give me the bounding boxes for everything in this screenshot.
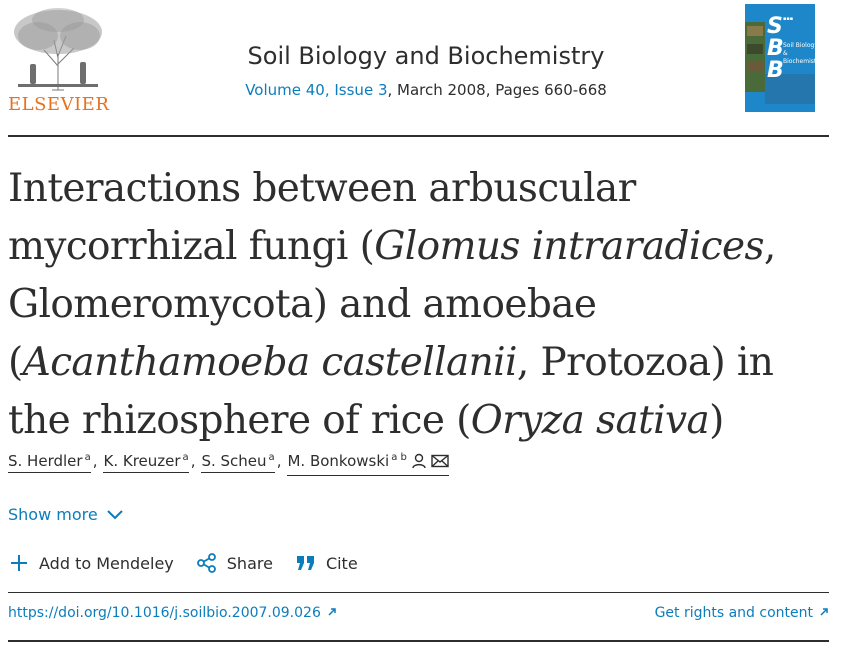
add-to-mendeley-button[interactable]: Add to Mendeley bbox=[8, 552, 174, 574]
volume-issue-link[interactable]: Volume 40, Issue 3 bbox=[245, 81, 387, 99]
rights-text: Get rights and content bbox=[654, 605, 813, 621]
author-name: S. Scheu bbox=[201, 452, 267, 470]
journal-info: Soil Biology and Biochemistry Volume 40,… bbox=[200, 40, 652, 100]
header-divider bbox=[8, 135, 829, 137]
cover-acronym: S B B bbox=[767, 16, 784, 82]
title-species: Acanthamoeba castellanii bbox=[22, 340, 518, 385]
author-affiliation: a bbox=[182, 452, 189, 463]
share-icon bbox=[196, 553, 216, 573]
envelope-icon bbox=[431, 453, 449, 473]
rights-link[interactable]: Get rights and content bbox=[655, 605, 829, 621]
doi-row: https://doi.org/10.1016/j.soilbio.2007.0… bbox=[8, 605, 829, 627]
person-icon bbox=[411, 453, 427, 473]
cover-title-line: Soil Biology & bbox=[783, 42, 815, 57]
title-species: Oryza sativa bbox=[470, 398, 710, 443]
title-text: ) bbox=[709, 398, 724, 443]
author-affiliation: a bbox=[84, 452, 91, 463]
article-title: Interactions between arbuscular mycorrhi… bbox=[8, 160, 818, 450]
author-name: M. Bonkowski bbox=[287, 452, 390, 470]
cover-letter: B bbox=[767, 58, 784, 83]
author-link[interactable]: S. Herdler a bbox=[8, 452, 91, 473]
doi-text: https://doi.org/10.1016/j.soilbio.2007.0… bbox=[8, 605, 321, 621]
author-affiliation: a b bbox=[391, 452, 407, 463]
external-link-icon bbox=[327, 605, 337, 621]
author-affiliation: a bbox=[268, 452, 275, 463]
show-more-button[interactable]: Show more bbox=[8, 505, 124, 524]
tree-icon bbox=[14, 8, 102, 91]
cite-label: Cite bbox=[325, 553, 358, 573]
cover-title: Soil Biology & Biochemistry bbox=[783, 42, 815, 66]
author-link[interactable]: M. Bonkowski a b bbox=[287, 452, 449, 476]
share-label: Share bbox=[226, 553, 273, 573]
external-link-icon bbox=[819, 605, 829, 621]
share-button[interactable]: Share bbox=[196, 552, 273, 574]
author-name: K. Kreuzer bbox=[103, 452, 181, 470]
publisher-wordmark: ELSEVIER bbox=[8, 94, 110, 115]
article-actions: Add to Mendeley Share Cite bbox=[8, 552, 380, 574]
article-header: ELSEVIER Soil Biology and Biochemistry V… bbox=[0, 0, 852, 136]
plus-icon bbox=[11, 555, 27, 571]
cover-letter: S bbox=[767, 14, 783, 39]
author-name: S. Herdler bbox=[8, 452, 83, 470]
date-pages: , March 2008, Pages 660-668 bbox=[387, 81, 607, 99]
doi-link[interactable]: https://doi.org/10.1016/j.soilbio.2007.0… bbox=[8, 605, 337, 621]
author-list: S. Herdler a, K. Kreuzer a, S. Scheu a, M. Bon… bbox=[8, 452, 451, 480]
author-link[interactable]: S. Scheu a bbox=[201, 452, 275, 473]
svg-text:▪▪▪: ▪▪▪ bbox=[783, 16, 793, 22]
journal-cover-image[interactable]: ▪▪▪ S B B Soil Biology & Biochemistry bbox=[745, 4, 815, 112]
cover-letter: B bbox=[767, 36, 784, 61]
bottom-divider bbox=[8, 640, 829, 642]
cite-button[interactable]: Cite bbox=[295, 552, 358, 574]
show-more-label: Show more bbox=[8, 505, 98, 524]
add-to-mendeley-label: Add to Mendeley bbox=[39, 553, 174, 573]
cover-title-line: Biochemistry bbox=[783, 58, 815, 65]
publisher-logo[interactable]: ELSEVIER bbox=[8, 6, 110, 115]
journal-title-link[interactable]: Soil Biology and Biochemistry bbox=[200, 40, 652, 72]
author-link[interactable]: K. Kreuzer a bbox=[103, 452, 189, 473]
citation-line: Volume 40, Issue 3, March 2008, Pages 66… bbox=[200, 80, 652, 100]
title-species: Glomus intraradices bbox=[374, 224, 764, 269]
chevron-down-icon bbox=[106, 509, 123, 519]
actions-divider bbox=[8, 592, 829, 593]
quote-icon bbox=[296, 556, 314, 570]
